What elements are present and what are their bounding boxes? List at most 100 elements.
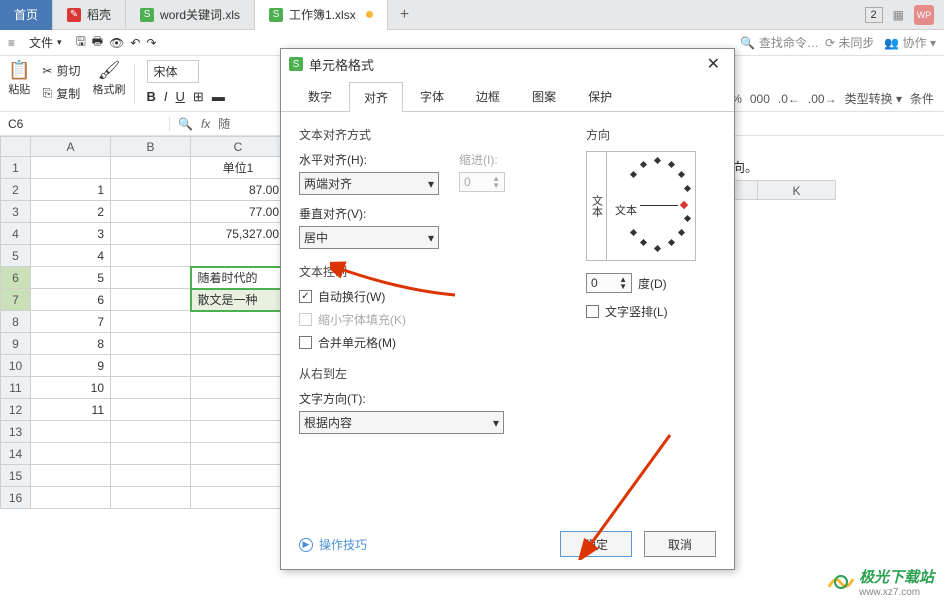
row-header[interactable]: 16 [1, 487, 31, 509]
cell[interactable]: 3 [31, 223, 111, 245]
file-menu[interactable]: 文件▾ [21, 32, 70, 53]
clipboard-icon: 📋 [8, 60, 30, 81]
selected-cell[interactable]: 随着时代的 [191, 267, 286, 289]
row-header[interactable]: 15 [1, 465, 31, 487]
underline-button[interactable]: U [176, 89, 185, 105]
cell[interactable]: 11 [31, 399, 111, 421]
v-align-select[interactable]: 居中▾ [299, 226, 439, 249]
tab-pattern[interactable]: 图案 [517, 81, 571, 111]
col-header[interactable]: A [31, 137, 111, 157]
row-header[interactable]: 7 [1, 289, 31, 311]
row-header[interactable]: 9 [1, 333, 31, 355]
thousands-button[interactable]: 000 [750, 92, 770, 106]
row-header[interactable]: 11 [1, 377, 31, 399]
text-direction-select[interactable]: 根据内容▾ [299, 411, 504, 434]
outer-border-button[interactable]: ⊞ [193, 89, 204, 105]
grid-icon[interactable]: ▦ [893, 8, 904, 22]
row-header[interactable]: 4 [1, 223, 31, 245]
tab-number[interactable]: 数字 [293, 81, 347, 111]
tab-home[interactable]: 首页 [0, 0, 53, 30]
row-header[interactable]: 2 [1, 179, 31, 201]
format-painter-button[interactable]: 🖌 格式刷 [93, 60, 126, 97]
tab-file2[interactable]: S工作簿1.xlsx [255, 0, 388, 30]
cond-format-button[interactable]: 条件 [910, 90, 934, 107]
preview-icon[interactable]: 👁 [109, 36, 124, 50]
row-header[interactable]: 10 [1, 355, 31, 377]
row-header[interactable]: 6 [1, 267, 31, 289]
ok-button[interactable]: 确定 [560, 531, 632, 557]
tab-file1[interactable]: Sword关键词.xls [126, 0, 255, 30]
cell[interactable]: 6 [31, 289, 111, 311]
italic-button[interactable]: I [164, 89, 168, 105]
tab-protect[interactable]: 保护 [573, 81, 627, 111]
new-tab-button[interactable]: + [388, 6, 421, 24]
cell[interactable]: 散文是一种 [191, 289, 286, 311]
row-header[interactable]: 12 [1, 399, 31, 421]
cell[interactable]: 1 [31, 179, 111, 201]
row-header[interactable]: 5 [1, 245, 31, 267]
share-button[interactable]: 👥 协作 ▾ [884, 34, 936, 51]
paste-button[interactable]: 📋 粘贴 [8, 60, 30, 97]
col-header[interactable]: C [191, 137, 286, 157]
print-icon[interactable]: 🖶 [92, 32, 103, 53]
row-header[interactable]: 14 [1, 443, 31, 465]
wrap-text-checkbox[interactable]: ✓ 自动换行(W) [299, 288, 556, 305]
bold-button[interactable]: B [147, 89, 156, 105]
orientation-text-label: 文本 [615, 202, 637, 218]
cell[interactable]: 9 [31, 355, 111, 377]
row-header[interactable]: 1 [1, 157, 31, 179]
cell[interactable]: 10 [31, 377, 111, 399]
merge-cells-checkbox[interactable]: 合并单元格(M) [299, 334, 556, 351]
cell[interactable]: 77.00 [191, 201, 286, 223]
menu-icon[interactable]: ≡ [8, 36, 15, 50]
font-family-select[interactable]: 宋体 [147, 60, 199, 83]
sync-status[interactable]: ⟳ 未同步 [825, 34, 874, 51]
fx-icon[interactable]: fx [201, 117, 210, 131]
cancel-button[interactable]: 取消 [644, 531, 716, 557]
chevron-down-icon: ▾ [428, 231, 434, 245]
tab-font[interactable]: 字体 [405, 81, 459, 111]
dec-inc-button[interactable]: .0← [778, 92, 800, 106]
undo-icon[interactable]: ↶ [130, 36, 140, 50]
h-align-label: 水平对齐(H): [299, 151, 439, 168]
vertical-text-checkbox[interactable]: 文字竖排(L) [586, 303, 716, 320]
copy-button[interactable]: ⎘复制 [39, 83, 85, 104]
cell[interactable]: 87.00 [191, 179, 286, 201]
user-avatar[interactable]: WP [914, 5, 934, 25]
cell-reference-input[interactable]: C6 [0, 117, 170, 131]
tips-link[interactable]: ▶ 操作技巧 [299, 536, 367, 553]
dialog-titlebar[interactable]: S 单元格格式 ✕ [281, 49, 734, 79]
h-align-select[interactable]: 两端对齐▾ [299, 172, 439, 195]
cell[interactable]: 8 [31, 333, 111, 355]
zoom-icon[interactable]: 🔍 [178, 117, 193, 131]
row-header[interactable]: 8 [1, 311, 31, 333]
row-header[interactable]: 3 [1, 201, 31, 223]
col-header[interactable]: K [758, 180, 836, 200]
fill-color-button[interactable]: ▬ [212, 89, 225, 105]
tab-border[interactable]: 边框 [461, 81, 515, 111]
tab-doc[interactable]: ✎稻壳 [53, 0, 126, 30]
cell[interactable]: 4 [31, 245, 111, 267]
command-search[interactable]: 🔍查找命令… [740, 34, 819, 51]
cell[interactable]: 75,327.00 [191, 223, 286, 245]
degree-spinner[interactable]: 0▲▼ [586, 273, 632, 293]
vertical-text-button[interactable]: 文本 [587, 152, 607, 260]
orientation-widget[interactable]: 文本 [586, 151, 696, 261]
close-button[interactable]: ✕ [701, 52, 726, 76]
dec-dec-button[interactable]: .00→ [808, 92, 837, 106]
col-header[interactable]: B [111, 137, 191, 157]
select-all-corner[interactable] [1, 137, 31, 157]
redo-icon[interactable]: ↷ [146, 36, 156, 50]
cell[interactable]: 5 [31, 267, 111, 289]
type-convert-button[interactable]: 类型转换 ▾ [845, 90, 902, 107]
cell[interactable]: 单位1 [191, 157, 286, 179]
cell[interactable]: 7 [31, 311, 111, 333]
cut-button[interactable]: ✂剪切 [38, 60, 84, 81]
window-count-badge[interactable]: 2 [865, 7, 883, 23]
save-icon[interactable]: 🖫 [76, 32, 86, 53]
row-header[interactable]: 13 [1, 421, 31, 443]
tab-align[interactable]: 对齐 [349, 82, 403, 112]
formula-value[interactable]: 随 [218, 115, 230, 132]
cell[interactable]: 2 [31, 201, 111, 223]
xls-icon: S [269, 8, 283, 22]
